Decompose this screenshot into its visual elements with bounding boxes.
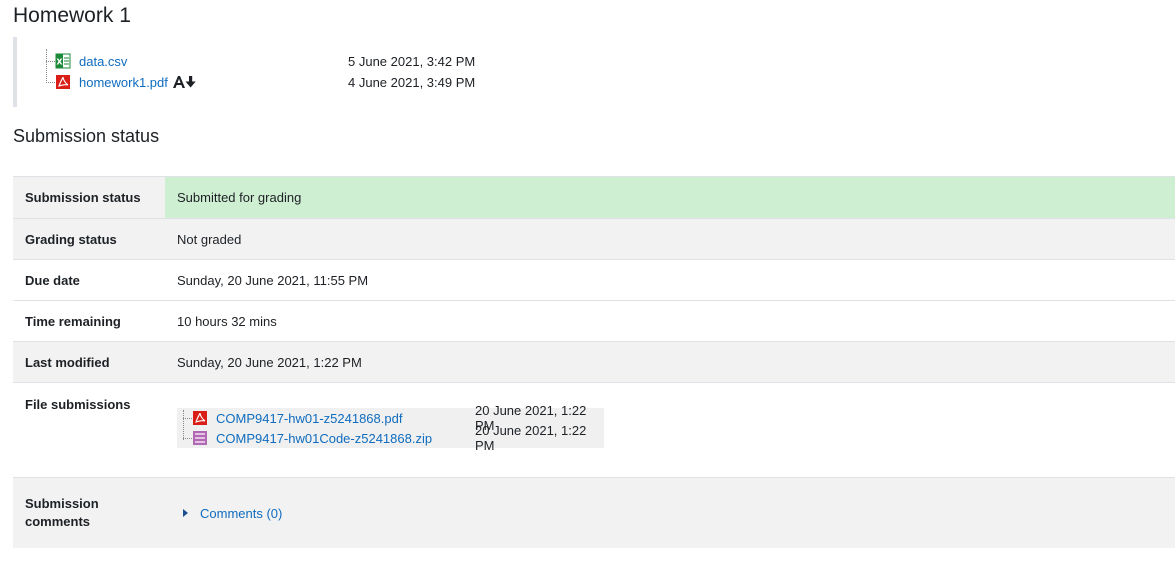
row-label: Last modified — [13, 341, 165, 383]
row-label-line: comments — [25, 514, 91, 530]
svg-text:X: X — [56, 58, 63, 67]
intro-file-row: homework1.pdf 4 June 2021, 3:49 PM — [46, 72, 536, 92]
submission-status-table: Submission status Submitted for grading … — [13, 176, 1175, 548]
row-label: Due date — [13, 259, 165, 301]
table-row: Due date Sunday, 20 June 2021, 11:55 PM — [13, 259, 1175, 301]
intro-file-row: X data.csv 5 June 2021, 3:42 PM — [46, 51, 536, 71]
page-title: Homework 1 — [13, 4, 131, 27]
file-date: 5 June 2021, 3:42 PM — [348, 53, 476, 69]
spreadsheet-icon: X — [55, 53, 71, 69]
row-label: File submissions — [13, 382, 165, 478]
submitted-files-tree: COMP9417-hw01-z5241868.pdf 20 June 2021,… — [177, 403, 604, 453]
tree-branch — [46, 60, 55, 62]
submission-status-heading: Submission status — [13, 126, 160, 146]
submitted-file-row: COMP9417-hw01Code-z5241868.zip 20 June 2… — [183, 423, 603, 453]
table-row: Submission status Submitted for grading — [13, 176, 1175, 219]
row-label: Submission comments — [13, 477, 165, 548]
table-row: Last modified Sunday, 20 June 2021, 1:22… — [13, 341, 1175, 383]
tree-branch — [183, 437, 192, 439]
row-value: Not graded — [165, 218, 1175, 260]
row-label: Submission status — [13, 176, 165, 219]
archive-icon — [192, 430, 208, 446]
caret-right-icon — [183, 509, 188, 517]
row-value: Comments (0) — [165, 477, 1175, 548]
comments-toggle[interactable]: Comments (0) — [183, 506, 282, 521]
row-label: Time remaining — [13, 300, 165, 342]
intro-attachments: X data.csv 5 June 2021, 3:42 PM homework… — [13, 37, 537, 107]
row-label: Grading status — [13, 218, 165, 260]
row-value: Sunday, 20 June 2021, 11:55 PM — [165, 259, 1175, 301]
file-link-homework1-pdf[interactable]: homework1.pdf — [79, 75, 168, 90]
file-link-submission-pdf[interactable]: COMP9417-hw01-z5241868.pdf — [216, 411, 402, 426]
status-badge: Submitted for grading — [165, 176, 1175, 219]
accessibility-download-icon[interactable] — [172, 75, 198, 89]
tree-branch — [46, 81, 55, 83]
file-link-submission-zip[interactable]: COMP9417-hw01Code-z5241868.zip — [216, 431, 432, 446]
row-value: 10 hours 32 mins — [165, 300, 1175, 342]
comments-link-label: Comments (0) — [200, 505, 283, 521]
pdf-icon — [192, 410, 208, 426]
pdf-icon — [55, 74, 71, 90]
row-label-line: Submission — [25, 496, 99, 512]
file-date: 4 June 2021, 3:49 PM — [348, 74, 476, 90]
row-value: COMP9417-hw01-z5241868.pdf 20 June 2021,… — [165, 382, 1175, 478]
table-row: File submissions COMP9417-hw01-z5241868.… — [13, 382, 1175, 478]
table-row: Submission comments Comments (0) — [13, 477, 1175, 548]
tree-branch — [183, 417, 192, 419]
file-link-data-csv[interactable]: data.csv — [79, 54, 127, 69]
table-row: Time remaining 10 hours 32 mins — [13, 300, 1175, 342]
file-date: 20 June 2021, 1:22 PM — [475, 423, 587, 453]
row-value: Sunday, 20 June 2021, 1:22 PM — [165, 341, 1175, 383]
table-row: Grading status Not graded — [13, 218, 1175, 260]
